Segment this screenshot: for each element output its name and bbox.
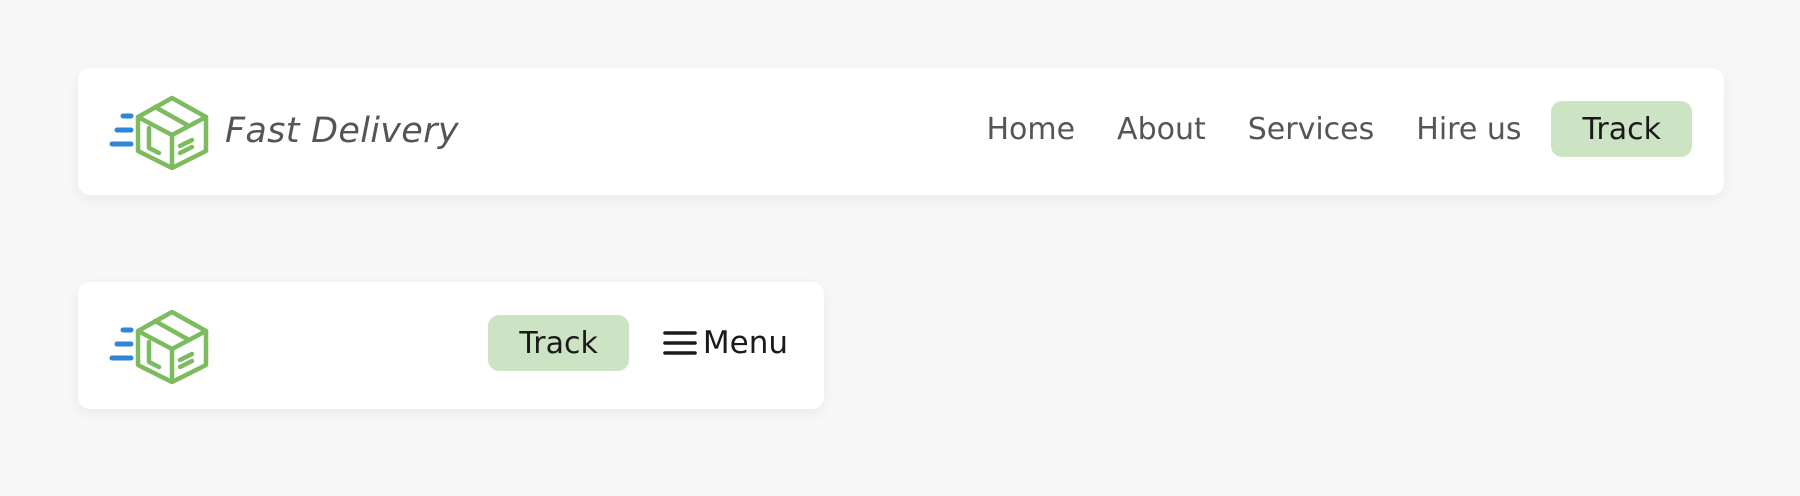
track-button[interactable]: Track (1551, 101, 1692, 157)
nav-links: Home About Services Hire us Track (986, 101, 1692, 157)
delivery-box-icon (109, 92, 209, 170)
nav-link-hire-us[interactable]: Hire us (1416, 112, 1521, 147)
logo[interactable]: Fast Delivery (109, 92, 459, 170)
logo[interactable] (109, 306, 209, 384)
mobile-actions: Track Menu (488, 315, 788, 371)
desktop-navbar: Fast Delivery Home About Services Hire u… (78, 68, 1724, 195)
brand-name: Fast Delivery (225, 111, 459, 151)
menu-button[interactable]: Menu (663, 325, 788, 361)
mobile-navbar: Track Menu (78, 282, 824, 409)
nav-link-about[interactable]: About (1117, 112, 1206, 147)
hamburger-icon (663, 329, 703, 357)
track-button[interactable]: Track (488, 315, 629, 371)
nav-link-services[interactable]: Services (1248, 112, 1375, 147)
menu-label: Menu (702, 325, 788, 361)
nav-link-home[interactable]: Home (986, 112, 1075, 147)
delivery-box-icon (109, 306, 209, 384)
